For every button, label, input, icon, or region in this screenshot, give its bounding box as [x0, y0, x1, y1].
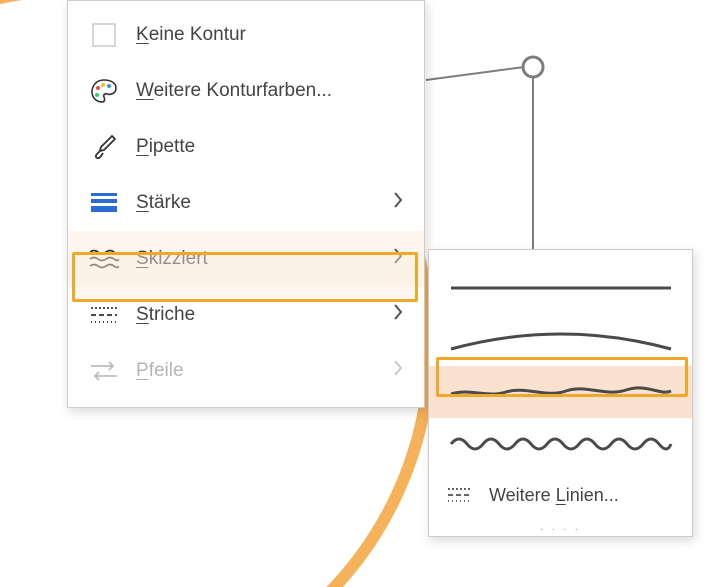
menu-item-eyedropper[interactable]: Pipette: [68, 119, 424, 175]
palette-icon: [86, 78, 122, 104]
line-scribble-icon: [446, 431, 676, 457]
line-curved-icon: [446, 325, 676, 355]
submenu-drag-handle[interactable]: . . . .: [429, 520, 692, 534]
arrows-icon: [86, 360, 122, 382]
dashes-icon: [86, 305, 122, 325]
menu-label: Weitere Konturfarben...: [136, 80, 332, 102]
chevron-right-icon: [392, 359, 404, 383]
menu-label: Stärke: [136, 192, 191, 214]
weight-icon: [86, 191, 122, 215]
no-outline-icon: [86, 23, 122, 47]
sketch-option-scribble[interactable]: [429, 418, 692, 470]
eyedropper-icon: [86, 133, 122, 161]
menu-item-weight[interactable]: Stärke: [68, 175, 424, 231]
sketch-option-freehand[interactable]: [429, 366, 692, 418]
menu-item-no-outline[interactable]: Keine Kontur: [68, 7, 424, 63]
menu-item-arrows: Pfeile: [68, 343, 424, 399]
submenu-more-lines[interactable]: Weitere Linien...: [429, 470, 692, 520]
dashes-icon: [443, 486, 477, 504]
line-freehand-icon: [446, 380, 676, 404]
submenu-more-lines-label: Weitere Linien...: [489, 485, 619, 506]
chevron-right-icon: [392, 191, 404, 215]
sketched-submenu: Weitere Linien... . . . .: [428, 249, 693, 537]
menu-label: Pfeile: [136, 360, 184, 382]
menu-label: Pipette: [136, 136, 195, 158]
sketch-option-curved[interactable]: [429, 314, 692, 366]
menu-item-more-colors[interactable]: Weitere Konturfarben...: [68, 63, 424, 119]
menu-label: Keine Kontur: [136, 24, 246, 46]
menu-label: Skizziert: [136, 248, 208, 270]
chevron-right-icon: [392, 247, 404, 271]
chevron-right-icon: [392, 303, 404, 327]
menu-item-sketched[interactable]: Skizziert: [68, 231, 424, 287]
sketch-option-straight[interactable]: [429, 262, 692, 314]
sketched-icon: [86, 248, 122, 270]
menu-item-dashes[interactable]: Striche: [68, 287, 424, 343]
line-straight-icon: [446, 278, 676, 298]
menu-label: Striche: [136, 304, 195, 326]
outline-context-menu: Keine Kontur Weitere Konturfarben... Pip…: [67, 0, 425, 408]
